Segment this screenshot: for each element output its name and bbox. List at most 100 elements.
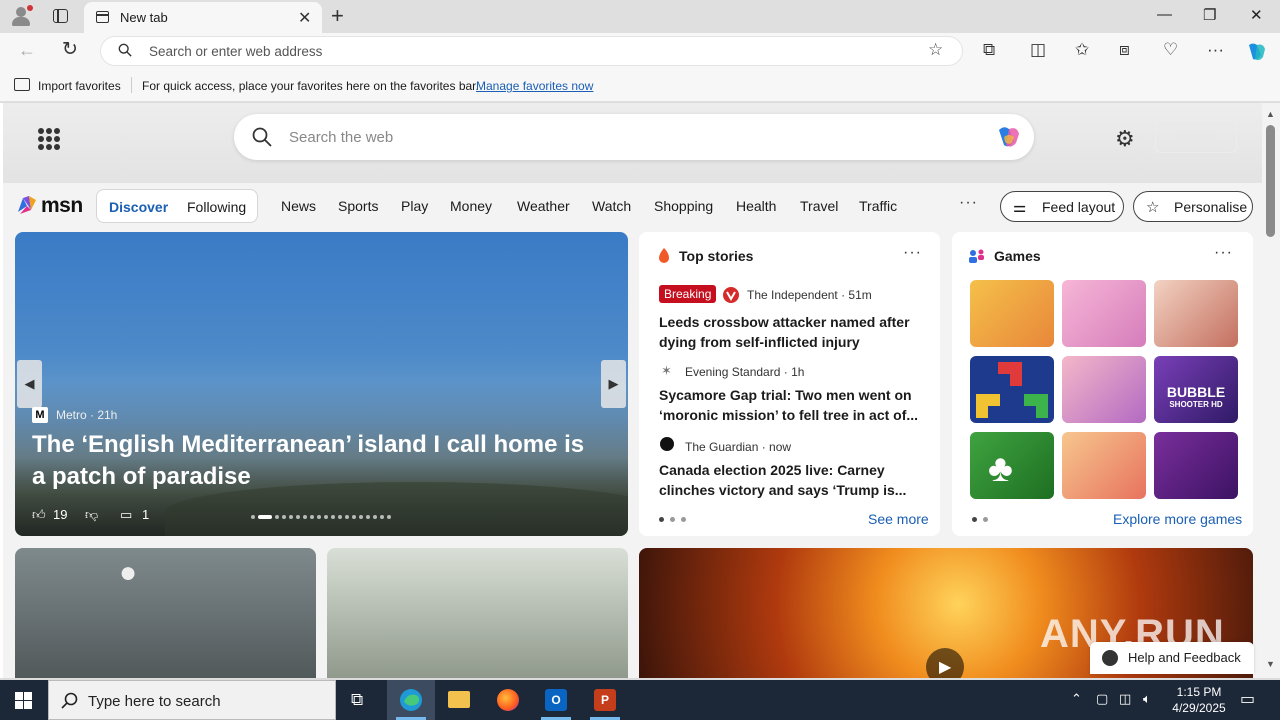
hero-headline[interactable]: The ‘English Mediterranean’ island I cal… xyxy=(32,429,602,493)
tab-new-tab[interactable]: New tab ✕ xyxy=(84,2,322,33)
back-button[interactable]: ← xyxy=(18,40,36,61)
split-screen-icon[interactable]: ◫ xyxy=(1030,40,1046,60)
tab-actions-icon[interactable] xyxy=(53,9,68,23)
feed-layout-button[interactable]: ⚌ Feed layout xyxy=(1000,191,1124,222)
like-icon[interactable]: 👍︎ xyxy=(32,507,46,523)
apple-logo-icon: ● xyxy=(119,556,138,589)
nav-watch[interactable]: Watch xyxy=(592,198,631,214)
task-view-icon[interactable]: ⧉ xyxy=(336,680,384,720)
games-pager[interactable] xyxy=(972,517,988,522)
game-tile[interactable] xyxy=(1062,280,1146,347)
carousel-prev-button[interactable]: ◀ xyxy=(17,360,42,408)
news-tile-image[interactable] xyxy=(327,548,628,678)
profile-icon[interactable] xyxy=(10,5,33,27)
apps-launcher-icon[interactable] xyxy=(38,128,60,150)
nav-news[interactable]: News xyxy=(281,198,316,214)
game-tile[interactable] xyxy=(1154,280,1238,347)
network-icon[interactable]: ◫ xyxy=(1119,691,1131,707)
collections-icon[interactable]: ⧈ xyxy=(1119,40,1130,60)
personalise-button[interactable]: ☆ Personalise xyxy=(1133,191,1253,222)
hero-carousel[interactable]: ◀ ▶ M Metro · 21h The ‘English Mediterra… xyxy=(15,232,628,536)
nav-sports[interactable]: Sports xyxy=(338,198,378,214)
game-tile[interactable] xyxy=(1062,432,1146,499)
game-tile[interactable]: BUBBLE SHOOTER HD xyxy=(1154,356,1238,423)
tab-title: New tab xyxy=(120,10,168,25)
import-favorites-button[interactable]: Import favorites xyxy=(38,79,121,93)
notifications-icon[interactable]: ▭ xyxy=(1240,689,1255,709)
games-more-button[interactable]: ··· xyxy=(1214,244,1233,262)
game-tile[interactable] xyxy=(1062,356,1146,423)
evening-standard-logo-icon: ✶ xyxy=(661,363,672,378)
search-icon xyxy=(252,127,272,147)
address-bar[interactable]: Search or enter web address ☆ xyxy=(100,36,963,66)
extensions-icon[interactable]: ⧉ xyxy=(983,40,995,60)
firefox-icon[interactable] xyxy=(484,680,532,720)
manage-favorites-link[interactable]: Manage favorites now xyxy=(476,79,593,93)
taskbar-search-placeholder: Type here to search xyxy=(88,693,221,710)
stories-pager[interactable] xyxy=(659,517,686,522)
comment-icon[interactable]: ▭ xyxy=(120,507,132,523)
search-icon xyxy=(61,692,78,709)
bubble-shooter-label: BUBBLE xyxy=(1166,384,1226,400)
nav-health[interactable]: Health xyxy=(736,198,776,214)
favorite-star-icon[interactable]: ☆ xyxy=(928,40,943,60)
edge-taskbar-icon[interactable] xyxy=(387,680,435,720)
explore-games-link[interactable]: Explore more games xyxy=(1113,511,1242,527)
import-favorites-icon[interactable] xyxy=(14,78,30,91)
game-tile[interactable]: ♣ xyxy=(970,432,1054,499)
browser-essentials-icon[interactable]: ♡ xyxy=(1163,40,1178,60)
tray-device-icon[interactable]: ▢ xyxy=(1096,691,1108,707)
reload-button[interactable]: ↻ xyxy=(62,38,78,61)
taskbar-search-box[interactable]: Type here to search xyxy=(48,680,336,720)
tab-following[interactable]: Following xyxy=(187,199,246,215)
copilot-icon[interactable] xyxy=(994,125,1024,149)
nav-traffic[interactable]: Traffic xyxy=(859,198,897,214)
feed-tab-switch: Discover Following xyxy=(96,189,258,223)
scroll-up-icon[interactable]: ▲ xyxy=(1266,109,1275,119)
game-tile[interactable] xyxy=(1154,432,1238,499)
page-settings-gear-icon[interactable]: ⚙ xyxy=(1115,126,1135,152)
story-title[interactable]: Leeds crossbow attacker named after dyin… xyxy=(659,312,921,352)
game-tile[interactable] xyxy=(970,356,1054,423)
minimize-button[interactable]: — xyxy=(1157,6,1172,23)
story-title[interactable]: Canada election 2025 live: Carney clinch… xyxy=(659,460,921,500)
news-tile-image[interactable]: ● xyxy=(15,548,316,678)
settings-more-icon[interactable]: ··· xyxy=(1207,40,1224,60)
tray-overflow-icon[interactable]: ⌃ xyxy=(1071,691,1082,707)
story-source: The Guardian · now xyxy=(685,440,792,454)
page-scrollbar[interactable]: ▲ ▼ xyxy=(1262,103,1280,678)
story-title[interactable]: Sycamore Gap trial: Two men went on ‘mor… xyxy=(659,385,921,425)
file-explorer-icon[interactable] xyxy=(435,680,483,720)
favorites-icon[interactable]: ✩ xyxy=(1075,40,1089,60)
outlook-icon[interactable]: O xyxy=(532,680,580,720)
tab-discover[interactable]: Discover xyxy=(109,199,168,215)
dislike-icon[interactable]: 👎︎ xyxy=(85,507,98,523)
powerpoint-icon[interactable]: P xyxy=(581,680,629,720)
top-stories-more-button[interactable]: ··· xyxy=(903,244,922,262)
nav-shopping[interactable]: Shopping xyxy=(654,198,713,214)
help-feedback-button[interactable]: Help and Feedback xyxy=(1090,642,1254,674)
taskbar-clock[interactable]: 1:15 PM 4/29/2025 xyxy=(1166,684,1232,716)
game-tile[interactable] xyxy=(970,280,1054,347)
volume-icon[interactable]: 🔈︎ xyxy=(1143,691,1151,707)
copilot-icon[interactable] xyxy=(1245,41,1269,63)
nav-money[interactable]: Money xyxy=(450,198,492,214)
carousel-next-button[interactable]: ▶ xyxy=(601,360,626,408)
nav-play[interactable]: Play xyxy=(401,198,428,214)
nav-more-button[interactable]: ··· xyxy=(959,194,978,212)
scroll-down-icon[interactable]: ▼ xyxy=(1266,659,1275,669)
nav-travel[interactable]: Travel xyxy=(800,198,838,214)
carousel-indicator[interactable] xyxy=(251,515,391,521)
web-search-box[interactable]: Search the web xyxy=(234,114,1034,160)
sign-in-button[interactable]: Sign in xyxy=(1155,121,1237,153)
close-window-button[interactable]: ✕ xyxy=(1250,6,1263,24)
windows-start-icon[interactable] xyxy=(15,692,32,709)
new-tab-button[interactable]: + xyxy=(331,3,344,29)
restore-button[interactable]: ❐ xyxy=(1203,6,1216,24)
like-count: 19 xyxy=(53,507,68,522)
see-more-link[interactable]: See more xyxy=(868,511,929,527)
nav-weather[interactable]: Weather xyxy=(517,198,570,214)
close-tab-button[interactable]: ✕ xyxy=(298,8,311,28)
play-button[interactable]: ▶ xyxy=(926,648,964,678)
scrollbar-thumb[interactable] xyxy=(1266,125,1275,237)
